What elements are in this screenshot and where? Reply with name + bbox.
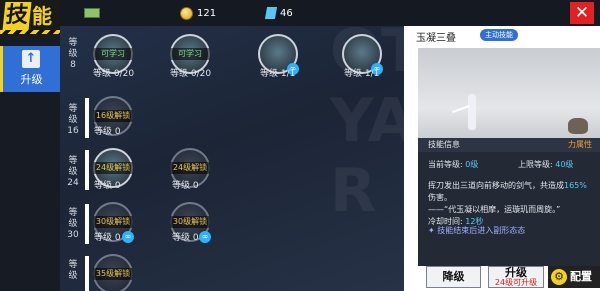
- skill-info-box: 技能信息 力属性 当前等级: 0级 上限等级: 40级 挥刀发出三道向前移动的剑…: [418, 138, 600, 266]
- config-button[interactable]: ⚙ 配置: [548, 266, 600, 288]
- skill-name: 玉凝三叠: [416, 33, 456, 44]
- node-level-7: 等级 0: [172, 181, 199, 191]
- sidebar: ↑ 升级: [0, 36, 60, 291]
- gold-resource: 121: [180, 5, 216, 21]
- skill-description: 挥刀发出三道向前移动的剑气，共造成165% 伤害。 ——“代玉凝以相摩，运璇玑而周…: [428, 180, 594, 228]
- upgrade-icon: ↑: [22, 50, 40, 68]
- tab-upgrade-label: 升级: [20, 73, 43, 86]
- current-level-label: 当前等级:: [428, 160, 463, 169]
- max-level-label: 上限等级:: [518, 160, 553, 169]
- skill-detail-panel: 玉凝三叠 主动技能 技能信息 力属性 当前等级: 0级 上限等级: 40级 挥刀…: [404, 26, 600, 291]
- row-label-30: 等级 30: [67, 208, 79, 240]
- close-button[interactable]: ✕: [570, 2, 594, 24]
- node-level-3: 等级 1/1: [260, 69, 296, 79]
- info-title: 技能信息: [428, 140, 460, 149]
- fighter-figure: [468, 94, 476, 130]
- cash-resource: [84, 5, 100, 21]
- upgrade-button[interactable]: 升级 24级可升级: [488, 266, 544, 288]
- max-level-value: 40级: [555, 160, 574, 169]
- row-marker: [85, 256, 89, 291]
- node-caption: 24级解锁: [93, 162, 133, 174]
- max-level: 上限等级: 40级: [518, 159, 573, 170]
- attribute-label: 力属性: [568, 140, 592, 149]
- info-header: 技能信息 力属性: [418, 138, 600, 152]
- node-caption: 30级解锁: [93, 216, 133, 228]
- node-level-8: 等级 0: [94, 233, 121, 243]
- node-level-5: 等级 0: [94, 127, 121, 137]
- current-level: 当前等级: 0级: [428, 159, 478, 170]
- row-label-8: 等级 8: [68, 38, 78, 70]
- note-text: 技能结束后进入副形态态: [437, 226, 526, 235]
- row-label-24: 等级 24: [67, 156, 79, 188]
- node-caption: 35级解锁: [93, 268, 133, 280]
- row-marker: [85, 98, 89, 138]
- row-label-35: 等级: [68, 260, 78, 281]
- title-char-2: 能: [32, 4, 52, 28]
- node-level-4: 等级 1/1: [344, 69, 380, 79]
- diamond-resource: 46: [264, 5, 293, 21]
- infinity-icon: ∞: [122, 231, 134, 243]
- row-label-16: 等级 16: [67, 104, 79, 136]
- skill-type-badge: 主动技能: [480, 29, 518, 41]
- downgrade-button[interactable]: 降级: [426, 266, 481, 288]
- gear-icon: ⚙: [551, 269, 567, 285]
- row-marker: [85, 204, 89, 244]
- tab-upgrade[interactable]: ↑ 升级: [0, 46, 60, 92]
- node-caption: 16级解锁: [93, 110, 133, 122]
- title-char-1: 技: [2, 2, 32, 30]
- node-level-9: 等级 0: [172, 233, 199, 243]
- node-caption: 24级解锁: [170, 162, 210, 174]
- damage-percent: 165%: [564, 181, 587, 190]
- cash-icon: [84, 8, 100, 18]
- current-level-value: 0级: [465, 160, 479, 169]
- diamond-icon: [264, 7, 278, 19]
- description-tail: 伤害。: [428, 193, 452, 202]
- top-bar: 121 46 ✕: [0, 0, 600, 27]
- row-marker: [85, 150, 89, 190]
- node-level-6: 等级 0: [94, 181, 121, 191]
- description-text: 挥刀发出三道向前移动的剑气，共造成: [428, 181, 564, 190]
- title-stripe: [0, 30, 60, 34]
- diamond-amount: 46: [280, 7, 293, 19]
- skill-tree: OTAYAR 等级8 等级16 等级24 等级30 等级 可学习 等级 0/20…: [60, 26, 404, 291]
- node-level-2: 等级 0/20: [170, 69, 212, 79]
- gold-amount: 121: [197, 7, 217, 19]
- node-level-1: 等级 0/20: [93, 69, 135, 79]
- skill-quote: ——“代玉凝以相摩，运璇玑而周旋。”: [428, 205, 561, 214]
- skill-node-10[interactable]: 35级解锁: [93, 254, 133, 291]
- config-label: 配置: [570, 270, 592, 283]
- node-caption: 可学习: [170, 48, 210, 60]
- skill-note: ✦ 技能结束后进入副形态态: [428, 226, 526, 235]
- infinity-icon: ∞: [199, 231, 211, 243]
- node-caption: 30级解锁: [170, 216, 210, 228]
- node-caption: 可学习: [93, 48, 133, 60]
- gold-coin-icon: [180, 6, 193, 20]
- enemy-figure: [568, 118, 588, 134]
- upgrade-requirement: 24级可升级: [494, 278, 538, 287]
